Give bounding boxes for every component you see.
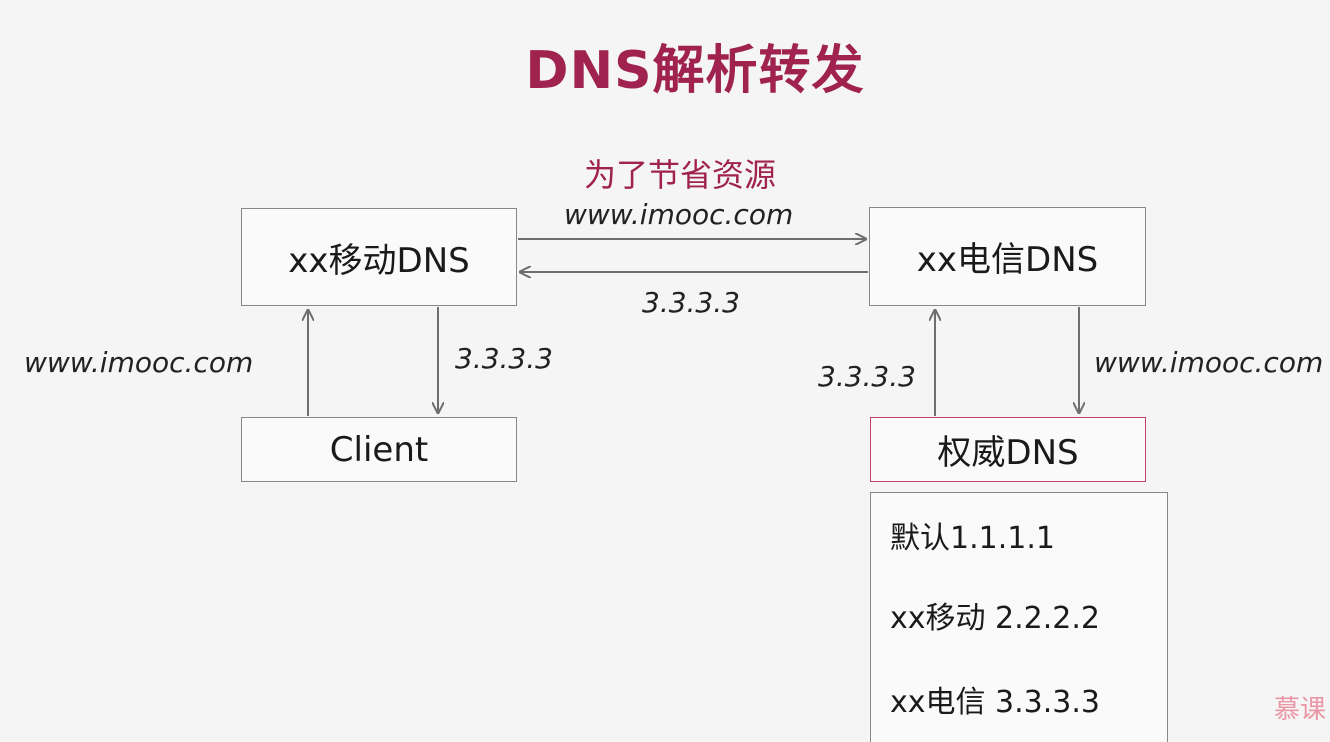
edge-label-mobile-to-telecom: www.imooc.com	[564, 198, 794, 231]
edge-label-client-to-mobile: www.imooc.com	[24, 346, 254, 379]
edge-label-telecom-to-auth: www.imooc.com	[1094, 346, 1324, 379]
logo-watermark: 慕课	[1273, 695, 1326, 725]
edge-label-auth-to-telecom: 3.3.3.3	[818, 360, 916, 393]
edge-label-mobile-to-client: 3.3.3.3	[455, 342, 553, 375]
edge-label-telecom-to-mobile: 3.3.3.3	[642, 286, 740, 319]
